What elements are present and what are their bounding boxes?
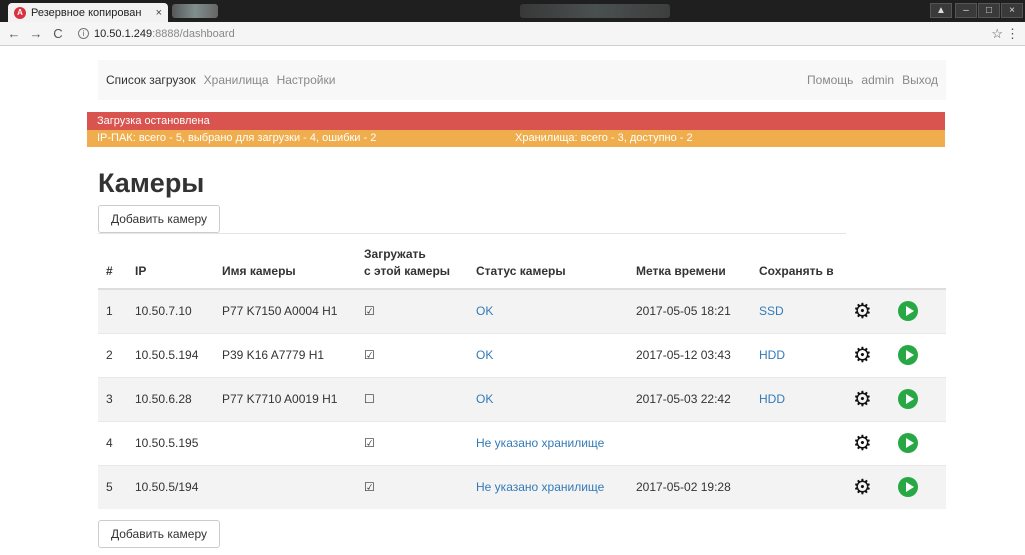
cell-timestamp: 2017-05-03 22:42 <box>628 376 751 421</box>
url-host: 10.50.1.249 <box>94 27 153 40</box>
alert-ippak: IP-ПАК: всего - 5, выбрано для загрузки … <box>97 132 377 144</box>
cell-ip: 10.50.5/194 <box>127 464 214 509</box>
page-title: Камеры <box>98 168 205 198</box>
col-header-timestamp: Метка времени <box>628 244 751 290</box>
window-close-button[interactable]: × <box>1001 3 1023 18</box>
browser-tab[interactable]: A Резервное копирован × <box>8 3 168 22</box>
storage-link[interactable]: SSD <box>759 304 784 318</box>
add-camera-button-bottom[interactable]: Добавить камеру <box>98 520 221 548</box>
nav-item-logout[interactable]: Выход <box>902 73 938 87</box>
cell-num: 1 <box>98 288 127 333</box>
app-navbar: Список загрузок Хранилища Настройки Помо… <box>98 60 946 100</box>
upload-checkbox[interactable]: ☑ <box>364 348 375 362</box>
col-header-num: # <box>98 244 127 290</box>
cell-timestamp <box>628 420 751 465</box>
address-bar: ← → C i 10.50.1.249 :8888/dashboard ☆ ⋮ <box>0 22 1025 46</box>
cell-timestamp: 2017-05-05 18:21 <box>628 288 751 333</box>
play-icon[interactable] <box>898 433 918 453</box>
bookmark-star-icon[interactable]: ☆ <box>991 26 1003 42</box>
cell-num: 4 <box>98 420 127 465</box>
cell-name: P77 K7710 A0019 H1 <box>214 376 356 421</box>
nav-item-settings[interactable]: Настройки <box>277 73 336 87</box>
gear-icon[interactable]: ⚙ <box>853 388 872 411</box>
window-maximize-button[interactable]: □ <box>978 3 1000 18</box>
gear-icon[interactable]: ⚙ <box>853 344 872 367</box>
table-row: 3 10.50.6.28 P77 K7710 A0019 H1 ☐ OK 201… <box>98 376 946 421</box>
gear-icon[interactable]: ⚙ <box>853 476 872 499</box>
window-user-button[interactable]: ▲ <box>930 3 952 18</box>
upload-checkbox[interactable]: ☐ <box>364 392 375 406</box>
gear-icon[interactable]: ⚙ <box>853 432 872 455</box>
camera-status-link[interactable]: OK <box>476 392 493 406</box>
cell-timestamp: 2017-05-12 03:43 <box>628 332 751 377</box>
browser-titlebar: A Резервное копирован × ▲ – □ × <box>0 0 1025 22</box>
col-header-upload-line1: Загружать <box>364 247 426 261</box>
tab-close-icon[interactable]: × <box>156 7 162 19</box>
col-header-status: Статус камеры <box>468 244 628 290</box>
info-icon[interactable]: i <box>78 28 89 39</box>
play-icon[interactable] <box>898 389 918 409</box>
table-row: 1 10.50.7.10 P77 K7150 A0004 H1 ☑ OK 201… <box>98 288 946 333</box>
col-header-name: Имя камеры <box>214 244 356 290</box>
tab-title: Резервное копирован <box>31 6 142 19</box>
cell-num: 5 <box>98 464 127 509</box>
cell-ip: 10.50.5.194 <box>127 332 214 377</box>
camera-status-link[interactable]: Не указано хранилище <box>476 480 604 494</box>
col-header-start <box>890 244 946 290</box>
camera-status-link[interactable]: OK <box>476 304 493 318</box>
camera-status-link[interactable]: OK <box>476 348 493 362</box>
col-header-save-to: Сохранять в <box>751 244 845 290</box>
cell-num: 2 <box>98 332 127 377</box>
col-header-ip: IP <box>127 244 214 290</box>
browser-menu-icon[interactable]: ⋮ <box>1006 26 1019 42</box>
table-row: 5 10.50.5/194 ☑ Не указано хранилище 201… <box>98 464 946 509</box>
divider <box>98 233 846 234</box>
cell-name: P77 K7150 A0004 H1 <box>214 288 356 333</box>
cell-ip: 10.50.5.195 <box>127 420 214 465</box>
url-path: :8888/dashboard <box>152 27 235 40</box>
table-row: 2 10.50.5.194 P39 K16 A7779 H1 ☑ OK 2017… <box>98 332 946 377</box>
alert-upload-stopped: Загрузка остановлена <box>87 112 945 130</box>
cell-ip: 10.50.6.28 <box>127 376 214 421</box>
cell-ip: 10.50.7.10 <box>127 288 214 333</box>
nav-item-help[interactable]: Помощь <box>807 73 853 87</box>
storage-link[interactable]: HDD <box>759 392 785 406</box>
upload-checkbox[interactable]: ☑ <box>364 436 375 450</box>
nav-item-downloads[interactable]: Список загрузок <box>106 73 196 87</box>
reload-icon[interactable]: C <box>50 26 66 41</box>
new-tab-button[interactable] <box>172 4 218 18</box>
back-arrow-icon[interactable]: ← <box>6 26 22 41</box>
play-icon[interactable] <box>898 345 918 365</box>
window-minimize-button[interactable]: – <box>955 3 977 18</box>
play-icon[interactable] <box>898 301 918 322</box>
alert-storages: Хранилища: всего - 3, доступно - 2 <box>515 132 693 144</box>
forward-arrow-icon[interactable]: → <box>28 26 44 41</box>
url-field[interactable]: i 10.50.1.249 :8888/dashboard <box>78 28 235 40</box>
cell-num: 3 <box>98 376 127 421</box>
blurred-title-area <box>520 4 670 18</box>
upload-checkbox[interactable]: ☑ <box>364 480 375 494</box>
camera-status-link[interactable]: Не указано хранилище <box>476 436 604 450</box>
cell-timestamp: 2017-05-02 19:28 <box>628 464 751 509</box>
add-camera-button[interactable]: Добавить камеру <box>98 205 221 233</box>
table-header-row: # IP Имя камеры Загружать с этой камеры С… <box>98 244 946 290</box>
cell-name <box>214 464 356 509</box>
nav-item-user[interactable]: admin <box>861 73 894 87</box>
alert-status-bar: IP-ПАК: всего - 5, выбрано для загрузки … <box>87 130 945 147</box>
storage-link[interactable]: HDD <box>759 348 785 362</box>
nav-item-storages[interactable]: Хранилища <box>204 73 269 87</box>
gear-icon[interactable]: ⚙ <box>853 300 872 323</box>
cell-name: P39 K16 A7779 H1 <box>214 332 356 377</box>
col-header-settings <box>845 244 890 290</box>
upload-checkbox[interactable]: ☑ <box>364 304 375 318</box>
cameras-table: # IP Имя камеры Загружать с этой камеры С… <box>98 244 946 509</box>
col-header-upload-line2: с этой камеры <box>364 264 451 278</box>
angular-favicon-icon: A <box>14 6 26 19</box>
cell-name <box>214 420 356 465</box>
col-header-upload: Загружать с этой камеры <box>356 244 468 290</box>
play-icon[interactable] <box>898 477 918 498</box>
table-row: 4 10.50.5.195 ☑ Не указано хранилище ⚙ <box>98 420 946 465</box>
